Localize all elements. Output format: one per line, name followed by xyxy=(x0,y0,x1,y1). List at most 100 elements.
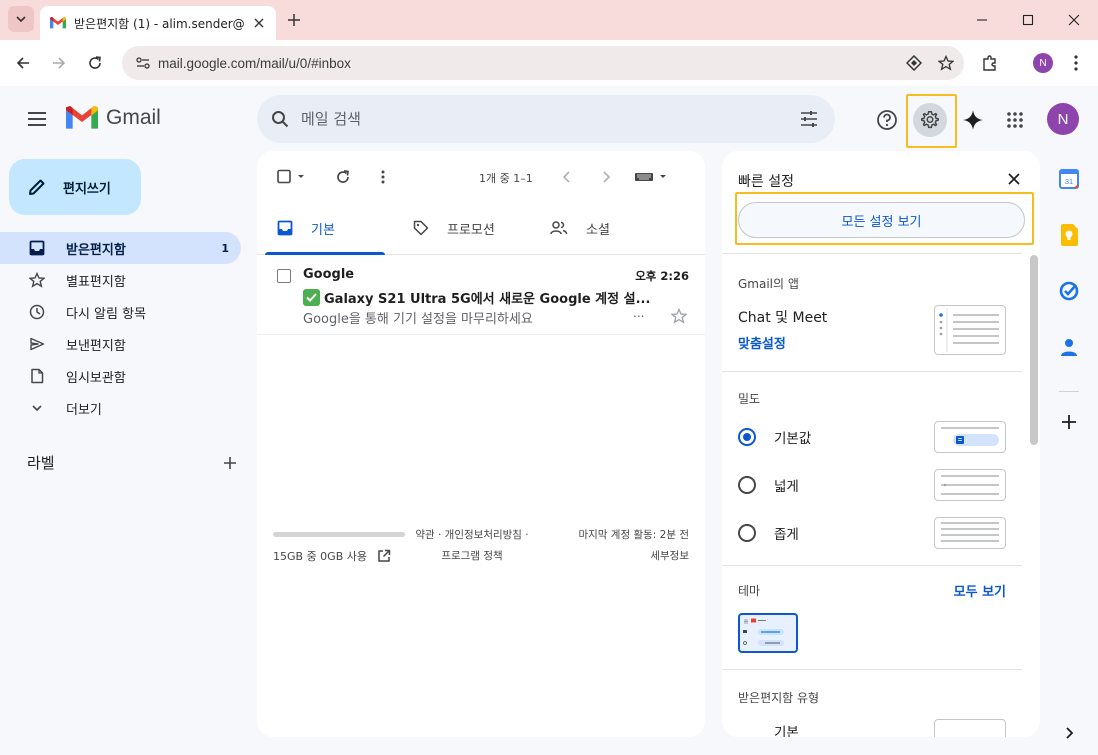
url-text: mail.google.com/mail/u/0/#inbox xyxy=(158,55,351,71)
calendar-app-icon[interactable]: 31 xyxy=(1055,165,1083,193)
settings-button[interactable] xyxy=(913,103,947,137)
keep-app-icon[interactable] xyxy=(1055,221,1083,249)
back-button[interactable] xyxy=(9,49,37,77)
email-subject-line: Galaxy S21 Ultra 5G에서 새로운 Google 계정 설... xyxy=(303,288,650,307)
radio-button[interactable] xyxy=(738,428,756,446)
bookmark-star-icon[interactable] xyxy=(932,49,960,77)
tab-close-icon[interactable] xyxy=(250,14,268,32)
density-label: 넓게 xyxy=(774,479,799,495)
input-tools-icon[interactable] xyxy=(633,165,669,189)
tab-search-button[interactable] xyxy=(8,6,34,32)
close-icon xyxy=(1008,173,1020,185)
quick-settings-panel: 빠른 설정 모든 설정 보기 Gmail의 앱 Chat 및 Meet 맞춤설정… xyxy=(722,151,1040,737)
gemini-button[interactable] xyxy=(956,103,990,137)
tab-title: 받은편지함 (1) - alim.sender@ xyxy=(74,16,244,31)
sidebar-item-snoozed[interactable]: 다시 알림 항목 xyxy=(0,296,241,328)
compose-label: 편지쓰기 xyxy=(63,181,111,197)
side-panel-apps: 31 xyxy=(1041,151,1098,755)
theme-preview[interactable] xyxy=(738,613,798,653)
expand-panel-icon[interactable] xyxy=(1055,719,1083,747)
tab-promotions[interactable]: 프로모션 xyxy=(413,201,495,255)
sidebar-item-more[interactable]: 더보기 xyxy=(0,392,241,424)
add-app-icon[interactable] xyxy=(1055,408,1083,436)
maximize-button[interactable] xyxy=(1005,0,1051,40)
theme-section-title: 테마 xyxy=(738,584,761,598)
search-icon[interactable] xyxy=(271,110,289,128)
program-policy-link[interactable]: 프로그램 정책 xyxy=(407,546,537,567)
external-link-icon[interactable] xyxy=(377,549,391,563)
more-vertical-icon[interactable] xyxy=(371,165,395,189)
tag-icon xyxy=(413,220,429,236)
scrollbar[interactable] xyxy=(1030,255,1038,445)
plus-icon xyxy=(288,14,300,26)
search-input[interactable] xyxy=(301,110,799,128)
email-subject: Galaxy S21 Ultra 5G에서 새로운 Google 계정 설... xyxy=(324,292,651,307)
customize-link[interactable]: 맞춤설정 xyxy=(738,333,786,352)
site-info-icon[interactable] xyxy=(132,52,154,74)
forward-button[interactable] xyxy=(45,49,73,77)
browser-tab-bar: 받은편지함 (1) - alim.sender@ xyxy=(0,0,1098,40)
help-icon xyxy=(877,110,897,130)
main-menu-button[interactable] xyxy=(22,104,52,134)
details-link[interactable]: 세부정보 xyxy=(578,546,689,567)
pencil-icon xyxy=(29,179,45,195)
refresh-icon[interactable] xyxy=(331,165,355,189)
inbox-icon xyxy=(277,220,293,236)
divider xyxy=(722,371,1022,372)
tab-label: 소셜 xyxy=(586,222,610,238)
install-app-icon[interactable] xyxy=(900,49,928,77)
divider xyxy=(722,669,1022,670)
tab-social[interactable]: 소셜 xyxy=(550,201,610,255)
star-icon[interactable] xyxy=(671,308,687,324)
radio-button[interactable] xyxy=(738,476,756,494)
gmail-favicon-icon xyxy=(50,17,66,29)
new-tab-button[interactable] xyxy=(282,8,306,32)
browser-menu-button[interactable] xyxy=(1062,49,1090,77)
tab-primary[interactable]: 기본 xyxy=(277,201,335,255)
radio-button[interactable] xyxy=(738,524,756,542)
tasks-app-icon[interactable] xyxy=(1055,277,1083,305)
quick-settings-title: 빠른 설정 xyxy=(738,174,794,190)
minimize-button[interactable] xyxy=(959,0,1005,40)
search-options-icon[interactable] xyxy=(799,110,819,128)
inbox-type-preview xyxy=(934,719,1006,737)
sparkle-icon xyxy=(963,110,983,130)
select-all-checkbox[interactable] xyxy=(273,165,309,189)
email-row[interactable]: Google 오후 2:26 Galaxy S21 Ultra 5G에서 새로운… xyxy=(257,255,705,335)
prev-page-icon[interactable] xyxy=(555,165,579,189)
apps-section-title: Gmail의 앱 xyxy=(738,277,799,291)
sidebar-item-inbox[interactable]: 받은편지함 1 xyxy=(0,232,241,264)
gear-icon xyxy=(921,111,939,129)
sidebar-item-label: 받은편지함 xyxy=(66,242,126,258)
inbox-icon xyxy=(28,239,46,257)
close-window-button[interactable] xyxy=(1051,0,1097,40)
sidebar-item-drafts[interactable]: 임시보관함 xyxy=(0,360,241,392)
close-quick-settings-button[interactable] xyxy=(1002,167,1026,191)
extensions-button[interactable] xyxy=(976,49,1004,77)
support-button[interactable] xyxy=(870,103,904,137)
divider xyxy=(1059,391,1079,392)
search-bar[interactable] xyxy=(257,95,835,143)
address-bar[interactable]: mail.google.com/mail/u/0/#inbox xyxy=(122,46,964,80)
see-all-settings-button[interactable]: 모든 설정 보기 xyxy=(738,202,1025,238)
footer-links: 약관 · 개인정보처리방침 · 프로그램 정책 xyxy=(407,525,537,567)
storage-bar xyxy=(273,532,405,537)
last-activity-text: 마지막 계정 활동: 2분 전 xyxy=(578,529,689,541)
sidebar-item-sent[interactable]: 보낸편지함 xyxy=(0,328,241,360)
gmail-logo[interactable]: Gmail xyxy=(66,106,161,130)
category-tabs: 기본 프로모션 소셜 xyxy=(257,201,705,255)
contacts-app-icon[interactable] xyxy=(1055,333,1083,361)
theme-see-all-link[interactable]: 모두 보기 xyxy=(954,581,1006,600)
google-apps-button[interactable] xyxy=(998,103,1032,137)
account-avatar[interactable]: N xyxy=(1047,103,1079,135)
browser-tab-gmail[interactable]: 받은편지함 (1) - alim.sender@ xyxy=(40,6,276,40)
next-page-icon[interactable] xyxy=(594,165,618,189)
reload-button[interactable] xyxy=(81,49,109,77)
profile-button[interactable]: N xyxy=(1029,49,1057,77)
sidebar-item-starred[interactable]: 별표편지함 xyxy=(0,264,241,296)
terms-privacy-link[interactable]: 약관 · 개인정보처리방침 · xyxy=(407,525,537,546)
email-checkbox[interactable] xyxy=(277,269,291,283)
add-label-icon[interactable] xyxy=(223,456,237,470)
chevron-down-icon xyxy=(16,16,26,23)
compose-button[interactable]: 편지쓰기 xyxy=(9,159,141,215)
